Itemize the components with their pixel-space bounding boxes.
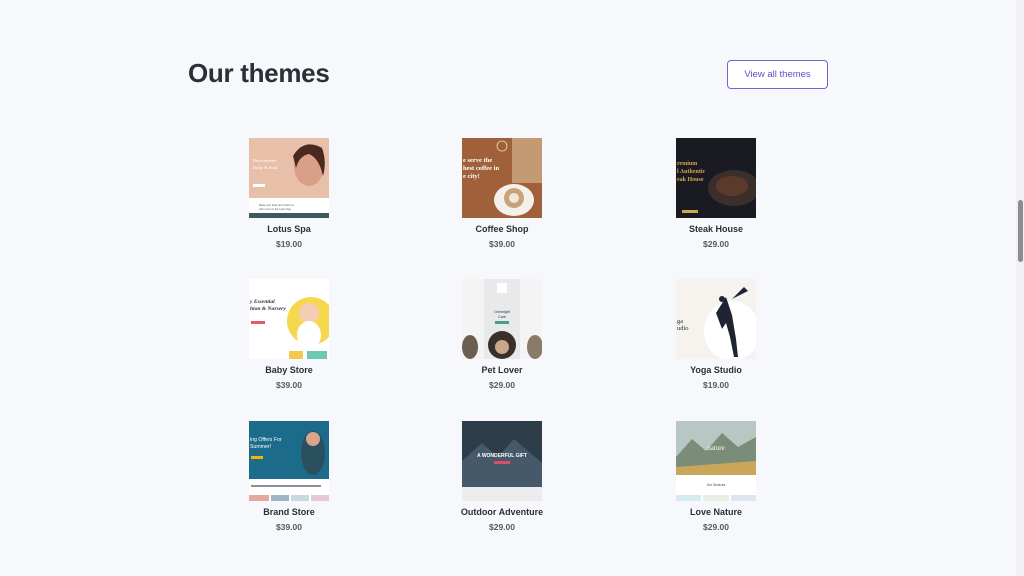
theme-thumbnail[interactable]: remium l Authentic eak House [676, 138, 756, 218]
theme-name[interactable]: Baby Store [229, 365, 349, 375]
svg-text:A WONDERFUL GIFT: A WONDERFUL GIFT [477, 453, 527, 459]
svg-text:y Essential: y Essential [249, 299, 275, 305]
theme-card-lotus-spa[interactable]: Rejuvenated Body & Soul Make your body a… [229, 138, 349, 249]
theme-name[interactable]: Lotus Spa [229, 224, 349, 234]
scrollbar-track[interactable] [1016, 0, 1024, 576]
svg-text:Make your body and mind one: Make your body and mind one [259, 203, 294, 207]
svg-text:e serve the: e serve the [463, 157, 492, 164]
theme-name[interactable]: Outdoor Adventure [442, 507, 562, 517]
theme-card-baby-store[interactable]: y Essential hion & Nursery Baby Store $3… [229, 279, 349, 390]
svg-text:ing Offers For: ing Offers For [250, 437, 282, 443]
svg-text:ga: ga [677, 318, 683, 325]
svg-text:hest coffee in: hest coffee in [463, 165, 499, 172]
theme-thumbnail[interactable]: nature Our Services [676, 421, 756, 501]
theme-price: $29.00 [703, 522, 729, 532]
svg-text:Body & Soul: Body & Soul [253, 165, 278, 170]
theme-price: $39.00 [276, 522, 302, 532]
theme-card-outdoor-adventure[interactable]: A WONDERFUL GIFT Outdoor Adventure $29.0… [442, 421, 562, 532]
theme-thumbnail[interactable]: ing Offers For Summer! [249, 421, 329, 501]
theme-thumbnail[interactable]: Overnight Care [462, 279, 542, 359]
view-all-themes-button[interactable]: View all themes [727, 60, 828, 89]
theme-card-coffee-shop[interactable]: e serve the hest coffee in e city! Coffe… [442, 138, 562, 249]
theme-card-brand-store[interactable]: ing Offers For Summer! Brand Store $39.0… [229, 421, 349, 532]
theme-name[interactable]: Coffee Shop [442, 224, 562, 234]
svg-text:e city!: e city! [463, 173, 480, 180]
theme-thumbnail[interactable]: y Essential hion & Nursery [249, 279, 329, 359]
svg-text:remium: remium [677, 161, 697, 167]
theme-price: $29.00 [489, 522, 515, 532]
svg-text:Rejuvenated: Rejuvenated [253, 158, 277, 163]
svg-text:Care: Care [498, 315, 506, 319]
theme-name[interactable]: Brand Store [229, 507, 349, 517]
theme-name[interactable]: Steak House [656, 224, 776, 234]
theme-card-pet-lover[interactable]: Overnight Care Pet Lover $29.00 [442, 279, 562, 390]
page-title: Our themes [188, 58, 330, 88]
svg-text:nature: nature [707, 444, 725, 452]
svg-text:eak House: eak House [677, 177, 704, 183]
svg-text:udio: udio [677, 325, 689, 332]
theme-thumbnail[interactable]: ga udio [676, 279, 756, 359]
theme-card-steak-house[interactable]: remium l Authentic eak House Steak House… [656, 138, 776, 249]
theme-name[interactable]: Pet Lover [442, 365, 562, 375]
svg-text:l Authentic: l Authentic [677, 169, 706, 175]
theme-price: $19.00 [276, 239, 302, 249]
theme-price: $19.00 [703, 380, 729, 390]
svg-text:Overnight: Overnight [494, 310, 510, 314]
scrollbar-thumb[interactable] [1018, 200, 1023, 262]
theme-price: $39.00 [276, 380, 302, 390]
theme-card-love-nature[interactable]: nature Our Services Love Nature $29.00 [656, 421, 776, 532]
svg-text:hion & Nursery: hion & Nursery [250, 306, 286, 312]
svg-text:with a time in the Lotus Spa: with a time in the Lotus Spa [259, 207, 291, 211]
svg-text:Our Services: Our Services [707, 483, 726, 487]
theme-thumbnail[interactable]: Rejuvenated Body & Soul Make your body a… [249, 138, 329, 218]
svg-text:Summer!: Summer! [250, 444, 271, 450]
theme-card-yoga-studio[interactable]: ga udio Yoga Studio $19.00 [656, 279, 776, 390]
theme-thumbnail[interactable]: A WONDERFUL GIFT [462, 421, 542, 501]
theme-name[interactable]: Yoga Studio [656, 365, 776, 375]
theme-price: $29.00 [489, 380, 515, 390]
themes-page: Our themes View all themes Rejuvenated B… [0, 0, 1016, 576]
theme-thumbnail[interactable]: e serve the hest coffee in e city! [462, 138, 542, 218]
theme-price: $29.00 [703, 239, 729, 249]
theme-name[interactable]: Love Nature [656, 507, 776, 517]
theme-price: $39.00 [489, 239, 515, 249]
